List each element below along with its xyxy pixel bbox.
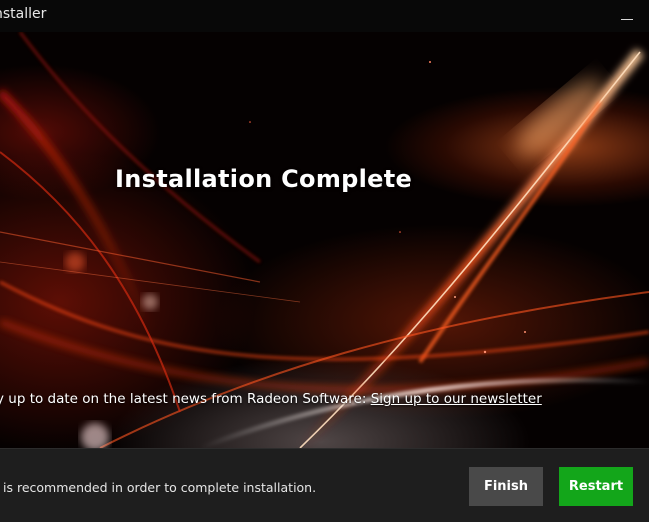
installer-window: nstaller — [0, 0, 649, 522]
footer-bar: is recommended in order to complete inst… — [0, 448, 649, 522]
finish-button[interactable]: Finish — [469, 467, 543, 506]
hero-banner: Installation Complete y up to date on th… — [0, 32, 649, 448]
newsletter-line: y up to date on the latest news from Rad… — [0, 391, 542, 407]
window-title: nstaller — [0, 6, 47, 22]
restart-recommendation-text: is recommended in order to complete inst… — [3, 480, 317, 495]
installation-complete-heading: Installation Complete — [115, 165, 413, 193]
restart-button[interactable]: Restart — [559, 467, 633, 506]
minimize-icon[interactable] — [621, 9, 635, 23]
background-light-streaks — [0, 32, 649, 448]
news-text: y up to date on the latest news from Rad… — [0, 391, 371, 407]
title-bar[interactable]: nstaller — [0, 0, 649, 32]
newsletter-link[interactable]: Sign up to our newsletter — [371, 391, 542, 407]
